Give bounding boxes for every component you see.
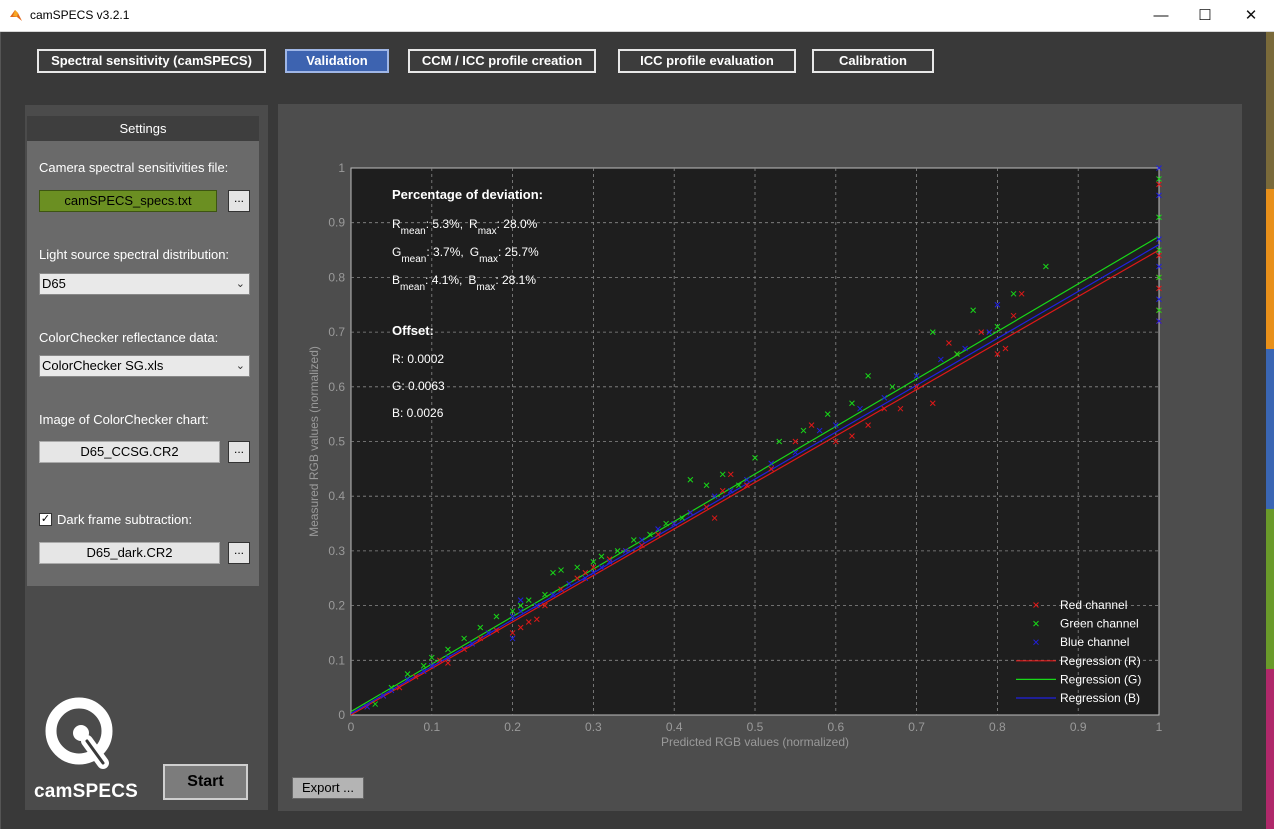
x-tick-label: 0.5 bbox=[747, 720, 764, 734]
x-tick-label: 0.6 bbox=[827, 720, 844, 734]
legend-label: Regression (B) bbox=[1060, 691, 1140, 705]
export-button[interactable]: Export ... bbox=[292, 777, 364, 799]
matlab-icon bbox=[10, 10, 22, 21]
maximize-button[interactable]: ☐ bbox=[1182, 0, 1228, 31]
plot-panel: 0 0.1 0.2 0.3 0.4 0.5 0.6 0.7 0.8 0.9 1 0 0.1 0.2 0.3 0… bbox=[278, 104, 1242, 811]
y-tick-label: 0.1 bbox=[328, 653, 345, 667]
chart-image-label: Image of ColorChecker chart: bbox=[39, 412, 209, 427]
y-tick-label: 0.2 bbox=[328, 599, 345, 613]
x-tick-label: 0.1 bbox=[423, 720, 440, 734]
sensitivities-label: Camera spectral sensitivities file: bbox=[39, 160, 229, 175]
tab-ccm-icc-creation[interactable]: CCM / ICC profile creation bbox=[408, 49, 596, 73]
offset-title: Offset: bbox=[392, 323, 434, 338]
title-bar: camSPECS v3.2.1 — ☐ ✕ bbox=[0, 0, 1274, 32]
x-axis-label: Predicted RGB values (normalized) bbox=[661, 735, 849, 749]
offset-value: R: 0.0002 bbox=[392, 352, 444, 366]
reflectance-value: ColorChecker SG.xls bbox=[42, 358, 164, 373]
tab-validation[interactable]: Validation bbox=[285, 49, 389, 73]
dark-frame-checkbox[interactable]: ✓ bbox=[39, 513, 52, 526]
y-tick-label: 0 bbox=[338, 708, 345, 722]
tab-spectral-sensitivity[interactable]: Spectral sensitivity (camSPECS) bbox=[37, 49, 266, 73]
y-tick-label: 0.3 bbox=[328, 544, 345, 558]
reflectance-select[interactable]: ColorChecker SG.xls ⌄ bbox=[39, 355, 250, 377]
close-button[interactable]: ✕ bbox=[1228, 0, 1274, 31]
y-tick-label: 0.7 bbox=[328, 325, 345, 339]
reflectance-label: ColorChecker reflectance data: bbox=[39, 330, 219, 345]
chart-image-field[interactable]: D65_CCSG.CR2 bbox=[39, 441, 220, 463]
x-tick-label: 0 bbox=[348, 720, 355, 734]
camspecs-logo-icon bbox=[45, 697, 113, 769]
y-tick-label: 0.5 bbox=[328, 435, 345, 449]
y-tick-label: 0.6 bbox=[328, 380, 345, 394]
chart-image-browse-button[interactable]: ... bbox=[228, 441, 250, 463]
settings-panel: Settings Camera spectral sensitivities f… bbox=[27, 116, 259, 586]
offset-value: G: 0.0063 bbox=[392, 379, 445, 393]
minimize-button[interactable]: — bbox=[1138, 0, 1184, 31]
legend-label: Regression (G) bbox=[1060, 672, 1141, 686]
right-color-strip bbox=[1266, 32, 1274, 829]
dark-frame-label: Dark frame subtraction: bbox=[57, 512, 193, 527]
legend-label: Blue channel bbox=[1060, 635, 1129, 649]
y-axis-label: Measured RGB values (normalized) bbox=[307, 346, 321, 537]
y-tick-label: 0.9 bbox=[328, 216, 345, 230]
tab-icc-evaluation[interactable]: ICC profile evaluation bbox=[618, 49, 796, 73]
y-tick-label: 0.4 bbox=[328, 489, 345, 503]
logo-text: camSPECS bbox=[34, 781, 139, 802]
y-tick-label: 0.8 bbox=[328, 270, 345, 284]
y-tick-label: 1 bbox=[338, 161, 345, 175]
window-title: camSPECS v3.2.1 bbox=[30, 8, 130, 22]
legend-label: Green channel bbox=[1060, 617, 1139, 631]
sensitivities-browse-button[interactable]: ... bbox=[228, 190, 250, 212]
chevron-down-icon: ⌄ bbox=[235, 360, 245, 372]
x-tick-label: 0.3 bbox=[585, 720, 602, 734]
x-tick-label: 0.4 bbox=[666, 720, 683, 734]
settings-header: Settings bbox=[27, 116, 259, 141]
legend-label: Red channel bbox=[1060, 598, 1127, 612]
start-button[interactable]: Start bbox=[163, 764, 248, 800]
x-tick-label: 1 bbox=[1156, 720, 1163, 734]
offset-value: B: 0.0026 bbox=[392, 406, 444, 420]
app-client-area: Spectral sensitivity (camSPECS) Validati… bbox=[0, 32, 1274, 829]
chevron-down-icon: ⌄ bbox=[235, 278, 245, 290]
validation-scatter-chart: 0 0.1 0.2 0.3 0.4 0.5 0.6 0.7 0.8 0.9 1 0 0.1 0.2 0.3 0… bbox=[307, 161, 1163, 749]
x-tick-label: 0.9 bbox=[1070, 720, 1087, 734]
light-source-select[interactable]: D65 ⌄ bbox=[39, 273, 250, 295]
tab-calibration[interactable]: Calibration bbox=[812, 49, 934, 73]
legend-label: Regression (R) bbox=[1060, 654, 1141, 668]
sensitivities-file-field[interactable]: camSPECS_specs.txt bbox=[39, 190, 217, 212]
dark-frame-browse-button[interactable]: ... bbox=[228, 542, 250, 564]
x-tick-label: 0.2 bbox=[504, 720, 521, 734]
light-source-value: D65 bbox=[42, 276, 66, 291]
x-tick-label: 0.8 bbox=[989, 720, 1006, 734]
dark-frame-field[interactable]: D65_dark.CR2 bbox=[39, 542, 220, 564]
light-source-label: Light source spectral distribution: bbox=[39, 247, 230, 262]
deviation-title: Percentage of deviation: bbox=[392, 187, 543, 202]
x-tick-label: 0.7 bbox=[908, 720, 925, 734]
